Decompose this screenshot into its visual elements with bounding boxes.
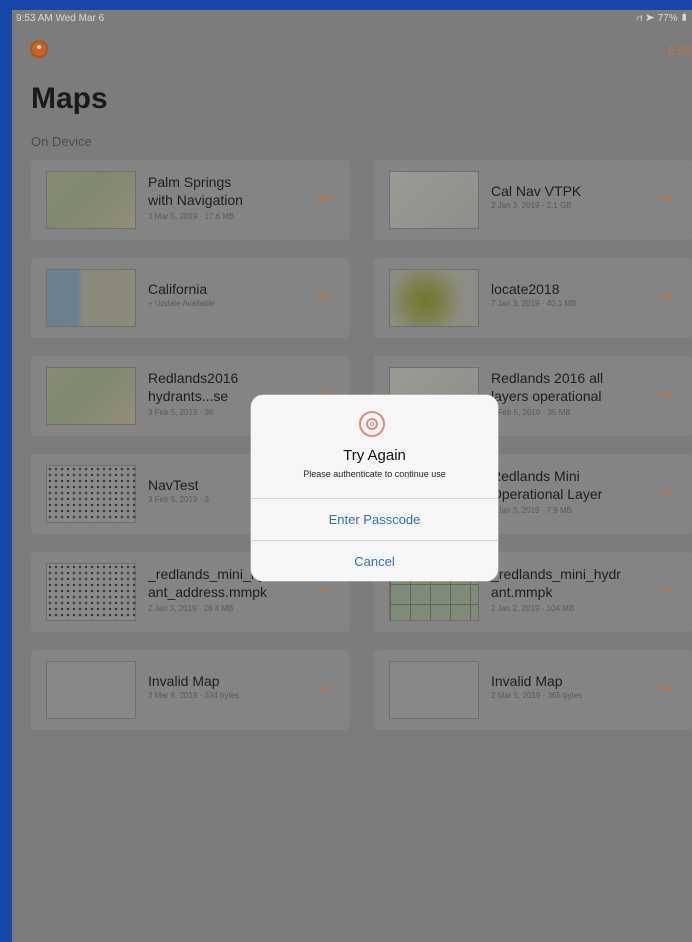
more-options-icon[interactable]: •••: [660, 288, 673, 304]
map-name: Palm Springs: [148, 174, 232, 190]
map-meta: 2 Jan 2, 2019 · 104 MB: [491, 604, 575, 613]
map-meta: 3 Mar 6, 2019 · 334 bytes: [148, 691, 240, 700]
page-title: Maps: [31, 82, 108, 115]
map-card[interactable]: Palm Springs with Navigation 3 Mar 5, 2019…: [31, 160, 349, 240]
map-name: NavTest: [148, 477, 199, 493]
more-options-icon[interactable]: •••: [660, 680, 673, 696]
map-thumbnail: [389, 171, 479, 229]
map-meta: 2 Jan 3, 2019 · 28.4 MB: [148, 604, 234, 613]
map-name: Redlands2016: [148, 370, 239, 386]
more-options-icon[interactable]: •••: [660, 484, 673, 500]
map-name-line2: hydrants...se: [148, 388, 229, 404]
map-thumbnail: [46, 563, 136, 621]
map-meta: 2 Feb 5, 2019 · 35 MB: [491, 408, 571, 417]
map-meta: 2 Mar 5, 2019 · 365 bytes: [491, 691, 583, 700]
more-options-icon[interactable]: •••: [317, 680, 330, 696]
auth-dialog: Try Again Please authenticate to continu…: [251, 395, 498, 581]
dialog-message: Please authenticate to continue use: [303, 469, 446, 479]
cancel-button[interactable]: Cancel: [251, 540, 498, 581]
more-options-icon[interactable]: •••: [660, 582, 673, 598]
section-header: On Device: [31, 134, 92, 149]
map-meta: + Update Available: [148, 299, 215, 308]
map-name-line2: ant.mmpk: [491, 584, 553, 600]
device-screen: 9:53 AM Wed Mar 6 ત ➤ 77% ▮ Edit Maps On…: [12, 10, 692, 942]
more-options-icon[interactable]: •••: [317, 582, 330, 598]
map-meta: 2 Jan 3, 2019 · 7.9 MB: [491, 506, 572, 515]
map-name-line2: with Navigation: [148, 192, 243, 208]
enter-passcode-button[interactable]: Enter Passcode: [251, 498, 498, 541]
map-card[interactable]: Cal Nav VTPK 2 Jan 3, 2019 · 2.1 GB •••: [374, 160, 692, 240]
map-thumbnail: [46, 661, 136, 719]
map-name-line2: ant_address.mmpk: [148, 584, 268, 600]
more-options-icon[interactable]: •••: [317, 288, 330, 304]
more-options-icon[interactable]: •••: [660, 386, 673, 402]
status-indicators: ત ➤ 77% ▮: [636, 13, 688, 24]
map-thumbnail: [389, 269, 479, 327]
fingerprint-icon: [359, 411, 385, 437]
map-card[interactable]: Invalid Map 2 Mar 5, 2019 · 365 bytes •••: [374, 650, 692, 730]
more-options-icon[interactable]: •••: [660, 190, 673, 206]
map-name: Invalid Map: [491, 673, 563, 689]
map-meta: 3 Feb 5, 2019 · 3: [148, 495, 209, 504]
map-name-line2: layers operational: [491, 388, 602, 404]
profile-icon[interactable]: [30, 40, 48, 58]
map-name: Invalid Map: [148, 673, 220, 689]
map-thumbnail: [46, 269, 136, 327]
map-thumbnail: [46, 465, 136, 523]
map-name: Redlands Mini: [491, 468, 580, 484]
map-thumbnail: [389, 661, 479, 719]
map-meta: 3 Feb 5, 2019 · 36: [148, 408, 214, 417]
edit-button[interactable]: Edit: [668, 42, 692, 58]
map-thumbnail: [46, 367, 136, 425]
dialog-title: Try Again: [343, 447, 406, 464]
map-name: California: [148, 281, 208, 297]
status-time: 9:53 AM Wed Mar 6: [16, 13, 105, 24]
map-meta: 2 Jan 3, 2019 · 2.1 GB: [491, 201, 572, 210]
map-meta: 7 Jan 3, 2019 · 40.1 MB: [491, 299, 577, 308]
more-options-icon[interactable]: •••: [317, 190, 330, 206]
map-thumbnail: [46, 171, 136, 229]
map-name: Cal Nav VTPK: [491, 183, 582, 199]
map-name: locate2018: [491, 281, 560, 297]
map-name-line2: Operational Layer: [491, 486, 603, 502]
map-card[interactable]: California + Update Available •••: [31, 258, 349, 338]
map-name: Redlands 2016 all: [491, 370, 604, 386]
map-name: _redlands_mini_hydr: [491, 566, 621, 582]
map-card[interactable]: Invalid Map 3 Mar 6, 2019 · 334 bytes •••: [31, 650, 349, 730]
map-card[interactable]: locate2018 7 Jan 3, 2019 · 40.1 MB •••: [374, 258, 692, 338]
map-meta: 3 Mar 5, 2019 · 17.6 MB: [148, 212, 235, 221]
status-bar: 9:53 AM Wed Mar 6 ત ➤ 77% ▮: [12, 10, 692, 30]
